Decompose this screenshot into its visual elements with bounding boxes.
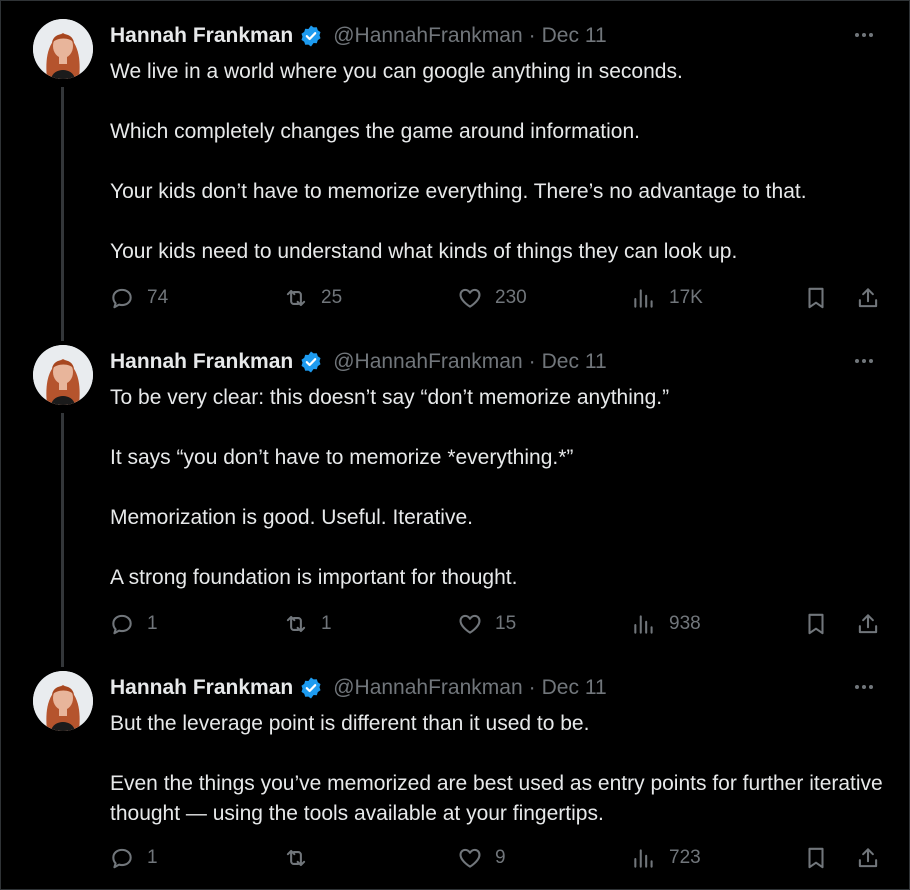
reply-icon bbox=[112, 614, 132, 635]
bookmark-icon bbox=[808, 847, 824, 869]
share-button[interactable] bbox=[855, 843, 881, 873]
author-handle[interactable]: @HannahFrankman bbox=[333, 24, 522, 48]
like-button[interactable]: 9 bbox=[457, 843, 506, 873]
reply-count: 1 bbox=[147, 613, 158, 634]
bookmark-button[interactable] bbox=[803, 283, 829, 313]
more-icon[interactable] bbox=[849, 351, 879, 371]
tweet-actions: 74 25 230 17K bbox=[109, 283, 884, 313]
like-count: 9 bbox=[495, 847, 506, 868]
views-button[interactable]: 723 bbox=[631, 843, 701, 873]
like-button[interactable]: 230 bbox=[457, 283, 527, 313]
more-icon[interactable] bbox=[849, 677, 879, 697]
tweet-paragraph: We live in a world where you can google … bbox=[110, 60, 683, 83]
tweet-text: To be very clear: this doesn’t say “don’… bbox=[110, 383, 890, 593]
like-button[interactable]: 15 bbox=[457, 609, 516, 639]
tweet-date[interactable]: Dec 11 bbox=[542, 350, 607, 374]
author-name[interactable]: Hannah Frankman bbox=[110, 676, 293, 700]
bookmark-button[interactable] bbox=[803, 843, 829, 873]
like-count: 230 bbox=[495, 287, 527, 308]
views-icon bbox=[634, 849, 653, 868]
author-handle[interactable]: @HannahFrankman bbox=[333, 676, 522, 700]
tweet-date[interactable]: Dec 11 bbox=[542, 24, 607, 48]
tweet-header: Hannah Frankman @HannahFrankman · Dec 11 bbox=[110, 23, 607, 49]
tweet[interactable]: Hannah Frankman @HannahFrankman · Dec 11… bbox=[1, 327, 909, 667]
share-button[interactable] bbox=[855, 609, 881, 639]
reply-icon bbox=[112, 288, 132, 309]
tweet[interactable]: Hannah Frankman @HannahFrankman · Dec 11… bbox=[1, 1, 909, 341]
tweet-actions: 1 1 15 938 bbox=[109, 609, 884, 639]
views-count: 723 bbox=[669, 847, 701, 868]
reply-icon bbox=[112, 848, 132, 869]
heart-icon bbox=[459, 848, 481, 868]
reply-count: 74 bbox=[147, 287, 169, 308]
like-count: 15 bbox=[495, 613, 517, 634]
views-count: 17K bbox=[669, 287, 703, 308]
author-name[interactable]: Hannah Frankman bbox=[110, 24, 293, 48]
thread-connector bbox=[61, 413, 64, 667]
tweet-paragraph: Your kids need to understand what kinds … bbox=[110, 240, 738, 263]
share-button[interactable] bbox=[855, 283, 881, 313]
tweet-paragraph: Memorization is good. Useful. Iterative. bbox=[110, 506, 473, 529]
more-icon[interactable] bbox=[849, 25, 879, 45]
verified-badge-icon bbox=[299, 24, 323, 48]
tweet-paragraph: But the leverage point is different than… bbox=[110, 712, 590, 735]
tweet-text: But the leverage point is different than… bbox=[110, 709, 890, 829]
tweet-header: Hannah Frankman @HannahFrankman · Dec 11 bbox=[110, 349, 607, 375]
views-icon bbox=[634, 289, 653, 308]
bookmark-icon bbox=[808, 287, 824, 309]
tweet-paragraph: A strong foundation is important for tho… bbox=[110, 566, 518, 589]
heart-icon bbox=[459, 614, 481, 634]
views-icon bbox=[634, 615, 653, 634]
reply-button[interactable]: 1 bbox=[109, 843, 158, 873]
thread-container: Hannah Frankman @HannahFrankman · Dec 11… bbox=[0, 0, 910, 890]
views-count: 938 bbox=[669, 613, 701, 634]
share-icon bbox=[858, 848, 878, 868]
repost-icon bbox=[286, 849, 306, 867]
reply-button[interactable]: 74 bbox=[109, 283, 168, 313]
heart-icon bbox=[459, 288, 481, 308]
tweet-paragraph: Even the things you’ve memorized are bes… bbox=[110, 772, 883, 825]
tweet-paragraph: Which completely changes the game around… bbox=[110, 120, 640, 143]
views-button[interactable]: 938 bbox=[631, 609, 701, 639]
reply-count: 1 bbox=[147, 847, 158, 868]
repost-count: 1 bbox=[321, 613, 332, 634]
repost-icon bbox=[286, 615, 306, 633]
tweet-text: We live in a world where you can google … bbox=[110, 57, 890, 267]
share-icon bbox=[858, 614, 878, 634]
reply-button[interactable]: 1 bbox=[109, 609, 158, 639]
tweet-actions: 1 9 723 bbox=[109, 843, 884, 873]
bookmark-button[interactable] bbox=[803, 609, 829, 639]
separator-dot: · bbox=[528, 350, 536, 373]
bookmark-icon bbox=[808, 613, 824, 635]
repost-icon bbox=[286, 289, 306, 307]
author-name[interactable]: Hannah Frankman bbox=[110, 350, 293, 374]
repost-button[interactable]: 1 bbox=[283, 609, 332, 639]
avatar[interactable] bbox=[33, 19, 93, 79]
tweet[interactable]: Hannah Frankman @HannahFrankman · Dec 11… bbox=[1, 653, 909, 889]
share-icon bbox=[858, 288, 878, 308]
separator-dot: · bbox=[528, 676, 536, 699]
views-button[interactable]: 17K bbox=[631, 283, 703, 313]
author-handle[interactable]: @HannahFrankman bbox=[333, 350, 522, 374]
verified-badge-icon bbox=[299, 350, 323, 374]
thread-connector bbox=[61, 87, 64, 341]
verified-badge-icon bbox=[299, 676, 323, 700]
tweet-date[interactable]: Dec 11 bbox=[542, 676, 607, 700]
tweet-paragraph: Your kids don’t have to memorize everyth… bbox=[110, 180, 807, 203]
tweet-paragraph: To be very clear: this doesn’t say “don’… bbox=[110, 386, 670, 409]
tweet-header: Hannah Frankman @HannahFrankman · Dec 11 bbox=[110, 675, 607, 701]
repost-button[interactable]: 25 bbox=[283, 283, 342, 313]
tweet-paragraph: It says “you don’t have to memorize *eve… bbox=[110, 446, 574, 469]
separator-dot: · bbox=[528, 24, 536, 47]
avatar[interactable] bbox=[33, 671, 93, 731]
avatar[interactable] bbox=[33, 345, 93, 405]
repost-button[interactable] bbox=[283, 843, 321, 873]
repost-count: 25 bbox=[321, 287, 343, 308]
